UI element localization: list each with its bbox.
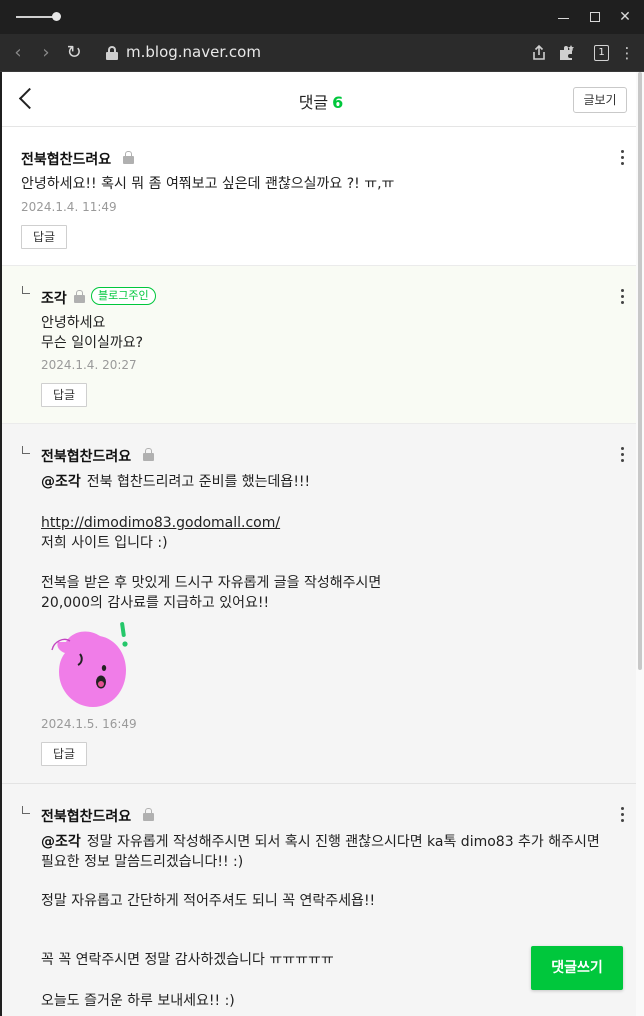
blog-owner-badge: 블로그주인 (91, 287, 156, 305)
arrow-right-icon: › (42, 42, 50, 63)
comment-text-line: @조각 전북 협찬드리려고 준비를 했는데욥!!! (41, 472, 310, 492)
comment-author[interactable]: 전북협찬드려요 (41, 446, 131, 466)
secret-lock-icon (74, 290, 85, 303)
comment-author[interactable]: 전북협찬드려요 (21, 149, 111, 169)
page-content: 댓글 6 글보기 전북협찬드려요 안녕하세요!! 혹시 뭐 좀 여쭤보고 싶은데 … (2, 72, 640, 1016)
site-link[interactable]: http://dimodimo83.godomall.com/ (41, 515, 280, 531)
comment-count: 6 (332, 93, 344, 112)
slider-knob[interactable] (52, 12, 61, 21)
lock-icon (106, 46, 118, 60)
reload-button[interactable]: ↻ (62, 41, 86, 65)
reply-button[interactable]: 답글 (41, 742, 87, 766)
page-scrollbar[interactable] (636, 72, 644, 1016)
title-label: 댓글 (298, 93, 329, 112)
comment-text-line: 정말 자유롭고 간단하게 적어주셔도 되니 꼭 연락주세욥!! (41, 893, 376, 909)
write-comment-button[interactable]: 댓글쓰기 (531, 946, 623, 990)
back-nav-button[interactable]: ‹ (6, 41, 30, 65)
minimize-button[interactable] (551, 6, 577, 28)
scrollbar-thumb[interactable] (638, 72, 642, 670)
minimize-icon (558, 18, 569, 19)
mention-tag[interactable]: @조각 (41, 474, 81, 490)
comment-text-line: 20,000의 감사료를 지급하고 있어요!! (41, 595, 270, 611)
url-text[interactable]: m.blog.naver.com (126, 43, 261, 61)
close-icon: ✕ (619, 9, 631, 25)
reply-button[interactable]: 답글 (41, 383, 87, 407)
comment-date: 2024.1.5. 16:49 (41, 717, 137, 731)
forward-nav-button[interactable]: › (34, 41, 58, 65)
browser-menu-button[interactable]: ⋮ (616, 42, 638, 64)
reply-indent-icon (22, 286, 30, 294)
comment-author[interactable]: 조각 (41, 288, 67, 308)
secret-lock-icon (123, 151, 134, 164)
puzzle-star-icon (560, 45, 574, 60)
reply-button[interactable]: 답글 (21, 225, 67, 249)
arrow-left-icon: ‹ (14, 42, 22, 63)
comment-author[interactable]: 전북협찬드려요 (41, 806, 131, 826)
mention-tag[interactable]: @조각 (41, 834, 81, 850)
more-options-button[interactable] (616, 149, 628, 167)
comment-item: 전북협찬드려요 안녕하세요!! 혹시 뭐 좀 여쭤보고 싶은데 괜찮으실까요 ?… (2, 127, 640, 266)
surprised-sticker-image (51, 622, 128, 707)
maximize-button[interactable] (582, 6, 608, 28)
comment-text-line: 오늘도 즐거운 하루 보내세요!! :) (41, 993, 235, 1009)
more-options-button[interactable] (616, 806, 628, 824)
comment-text-line: 전복을 받은 후 맛있게 드시구 자유롭게 글을 작성해주시면 (41, 575, 382, 591)
comment-text-line: 무슨 일이실까요? (41, 335, 144, 351)
reload-icon: ↻ (66, 42, 82, 63)
page-title: 댓글 6 (2, 89, 640, 113)
comment-item: 조각 블로그주인 안녕하세요 무슨 일이실까요? 2024.1.4. 20:27… (2, 266, 640, 424)
more-vertical-icon: ⋮ (619, 44, 635, 62)
comment-text-line: 안녕하세요 (41, 315, 106, 331)
address-bar: ‹ › ↻ m.blog.naver.com 1 ⋮ (0, 34, 644, 72)
close-button[interactable]: ✕ (612, 6, 638, 28)
more-options-button[interactable] (616, 446, 628, 464)
comment-text: 안녕하세요!! 혹시 뭐 좀 여쭤보고 싶은데 괜찮으실까요 ?! ㅠ,ㅠ (21, 176, 395, 192)
share-button[interactable] (528, 42, 550, 64)
comment-text-line: 필요한 정보 말씀드리겠습니다!! :) (41, 854, 244, 870)
extensions-button[interactable] (556, 42, 578, 64)
view-post-button[interactable]: 글보기 (573, 87, 627, 113)
reply-indent-icon (22, 446, 30, 454)
comment-text-line: @조각 정말 자유롭게 작성해주시면 되서 혹시 진행 괜찮으시다면 ka톡 di… (41, 832, 600, 852)
tab-count-button[interactable]: 1 (594, 45, 609, 61)
site-link-row: http://dimodimo83.godomall.com/ (41, 513, 280, 533)
comment-text: 전북 협찬드리려고 준비를 했는데욥!!! (86, 474, 311, 490)
comments-header: 댓글 6 글보기 (2, 72, 640, 127)
comment-text-line: 꼭 꼭 연락주시면 정말 감사하겠습니다 ㅠㅠㅠㅠㅠ (41, 952, 334, 968)
comment-item: 전북협찬드려요 @조각 전북 협찬드리려고 준비를 했는데욥!!! http://… (2, 424, 640, 784)
maximize-icon (590, 12, 600, 22)
share-icon (533, 44, 545, 60)
window-titlebar: ✕ (0, 0, 644, 34)
secret-lock-icon (143, 448, 154, 461)
comment-text-line: 저희 사이트 입니다 :) (41, 535, 168, 551)
secret-lock-icon (143, 808, 154, 821)
comment-date: 2024.1.4. 20:27 (41, 358, 137, 372)
more-options-button[interactable] (616, 288, 628, 306)
reply-indent-icon (22, 806, 30, 814)
comment-text: 정말 자유롭게 작성해주시면 되서 혹시 진행 괜찮으시다면 ka톡 dimo8… (86, 834, 600, 850)
comment-date: 2024.1.4. 11:49 (21, 200, 117, 214)
